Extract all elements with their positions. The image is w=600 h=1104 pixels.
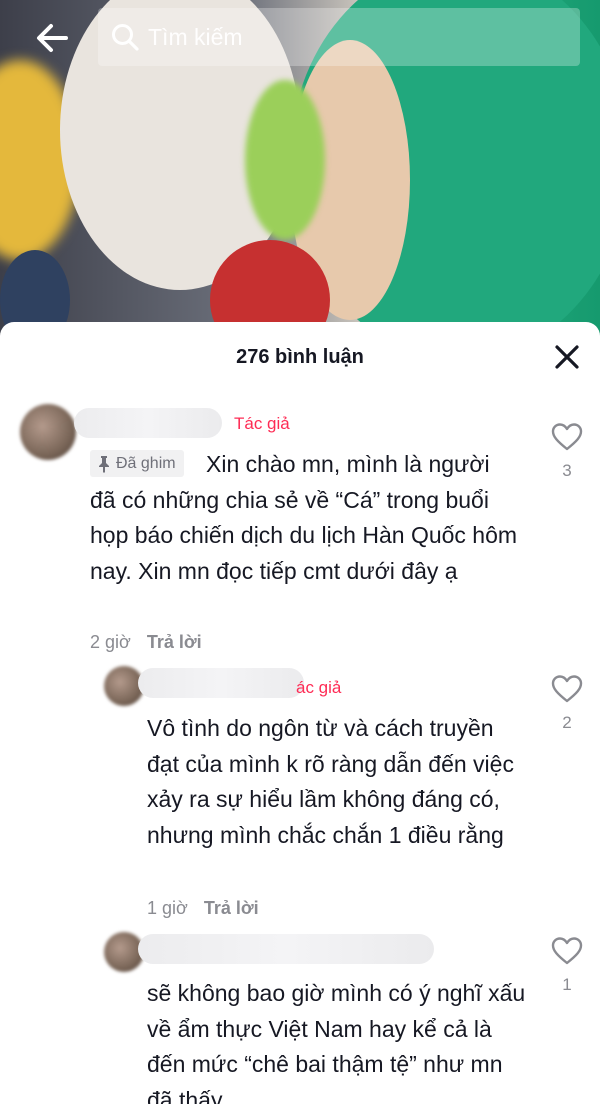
comment-time: 2 giờ [90, 632, 131, 652]
back-button[interactable] [32, 18, 72, 58]
search-input[interactable] [148, 17, 580, 57]
username-blurred [138, 934, 434, 964]
like-count: 1 [562, 975, 572, 994]
comment-text: sẽ không bao giờ mình có ý nghĩ xấu về ẩ… [147, 980, 526, 1104]
arrow-left-icon [37, 24, 68, 52]
comment-meta: 2 giờ Trả lời [90, 632, 202, 653]
heart-icon[interactable] [551, 936, 583, 966]
like-control: 2 [547, 674, 587, 733]
heart-icon[interactable] [551, 674, 583, 704]
top-bar [0, 0, 600, 75]
comment-meta: 1 giờ Trả lời [147, 898, 259, 919]
heart-icon[interactable] [551, 422, 583, 452]
author-badge: Tác giả [234, 414, 290, 433]
reply-item: sẽ không bao giờ mình có ý nghĩ xấu về ẩ… [0, 926, 600, 1104]
like-control: 3 [547, 422, 587, 481]
reply-button[interactable]: Trả lời [147, 632, 202, 653]
username-blurred [74, 408, 222, 438]
comment-item: Tác giả Đã ghim Xin chào mn, mình là ngư… [0, 400, 600, 670]
comments-sheet: 276 bình luận Tác giả Đã ghim Xin chào m… [0, 322, 600, 1104]
close-icon [555, 345, 579, 369]
comment-count: 276 bình luận [236, 346, 364, 368]
search-icon [112, 24, 139, 51]
comment-text: Vô tình do ngôn từ và cách truyền đạt củ… [147, 715, 514, 848]
reply-button[interactable]: Trả lời [204, 898, 259, 919]
sheet-header: 276 bình luận [0, 322, 600, 394]
comment-time: 1 giờ [147, 898, 188, 918]
search-bar[interactable] [98, 8, 580, 66]
avatar[interactable] [20, 404, 76, 460]
like-count: 2 [562, 713, 572, 732]
close-button[interactable] [552, 342, 582, 372]
author-badge: ác giả [296, 678, 342, 697]
like-control: 1 [547, 936, 587, 995]
like-count: 3 [562, 461, 572, 480]
username-blurred [138, 668, 304, 698]
comment-text: Xin chào mn, mình là người đã có những c… [90, 451, 518, 584]
reply-item: ác giả Vô tình do ngôn từ và cách truyền… [0, 658, 600, 928]
